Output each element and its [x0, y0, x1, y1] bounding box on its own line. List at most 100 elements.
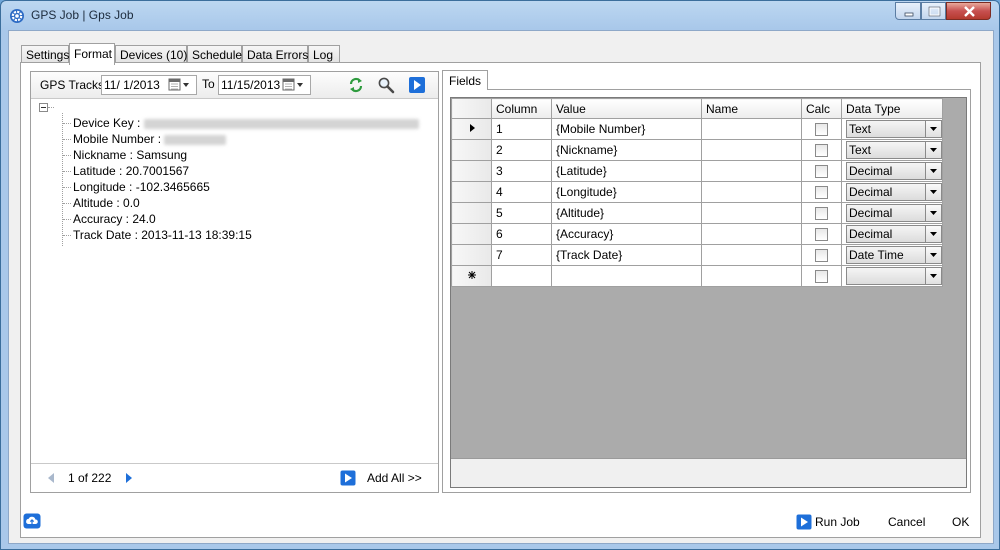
run-job-button[interactable]: Run Job	[796, 514, 860, 530]
column-cell[interactable]: 1	[491, 118, 552, 140]
row-header[interactable]	[451, 202, 492, 224]
column-cell[interactable]: 6	[491, 223, 552, 245]
tab-devices[interactable]: Devices (10)	[115, 45, 187, 63]
table-row[interactable]: 2 {Nickname} Text	[451, 139, 943, 161]
calendar-dropdown-icon[interactable]	[168, 78, 194, 92]
table-row[interactable]: 5 {Altitude} Decimal	[451, 202, 943, 224]
value-cell[interactable]: {Latitude}	[551, 160, 702, 182]
value-cell[interactable]: {Nickname}	[551, 139, 702, 161]
value-cell[interactable]: {Accuracy}	[551, 223, 702, 245]
next-icon[interactable]	[125, 472, 133, 484]
data-type-dropdown[interactable]: Text	[846, 141, 942, 159]
table-row[interactable]: 7 {Track Date} Date Time	[451, 244, 943, 266]
close-button[interactable]	[946, 2, 991, 20]
calc-cell[interactable]	[801, 244, 842, 266]
calc-cell[interactable]	[801, 181, 842, 203]
tab-data-errors[interactable]: Data Errors	[242, 45, 308, 63]
calc-checkbox[interactable]	[815, 186, 828, 200]
row-header[interactable]	[451, 160, 492, 182]
calc-checkbox[interactable]	[815, 207, 828, 221]
table-row[interactable]: 1 {Mobile Number} Text	[451, 118, 943, 140]
search-icon[interactable]	[377, 76, 395, 94]
tab-settings[interactable]: Settings	[21, 45, 69, 63]
column-cell[interactable]	[491, 265, 552, 287]
play-icon[interactable]	[408, 76, 426, 94]
data-type-dropdown[interactable]: Decimal	[846, 162, 942, 180]
column-header[interactable]: Name	[701, 98, 802, 119]
data-type-dropdown[interactable]: Date Time	[846, 246, 942, 264]
tab-format[interactable]: Format	[69, 43, 115, 65]
tab-schedule[interactable]: Schedule	[187, 45, 242, 63]
fields-grid[interactable]: Column Value Name Calc Data Type 1 {Mobi…	[450, 97, 967, 488]
data-type-dropdown[interactable]	[846, 267, 942, 285]
name-cell[interactable]	[701, 160, 802, 182]
name-cell[interactable]	[701, 139, 802, 161]
name-cell[interactable]	[701, 202, 802, 224]
calc-cell[interactable]	[801, 202, 842, 224]
calc-cell[interactable]	[801, 265, 842, 287]
data-type-cell[interactable]	[841, 265, 943, 287]
calc-checkbox[interactable]	[815, 249, 828, 263]
tree-node-device-key[interactable]: Device Key :	[73, 116, 419, 130]
column-cell[interactable]: 7	[491, 244, 552, 266]
calc-checkbox[interactable]	[815, 144, 828, 158]
table-row[interactable]: 4 {Longitude} Decimal	[451, 181, 943, 203]
tree-node-track-date[interactable]: Track Date : 2013-11-13 18:39:15	[73, 228, 252, 242]
value-cell[interactable]: {Track Date}	[551, 244, 702, 266]
row-header[interactable]	[451, 181, 492, 203]
data-type-dropdown[interactable]: Decimal	[846, 225, 942, 243]
data-type-cell[interactable]: Decimal	[841, 181, 943, 203]
data-type-dropdown[interactable]: Decimal	[846, 204, 942, 222]
play-icon[interactable]	[340, 470, 356, 486]
calc-cell[interactable]	[801, 118, 842, 140]
from-date-picker[interactable]: 11/ 1/2013	[101, 75, 197, 95]
value-cell[interactable]	[551, 265, 702, 287]
to-date-picker[interactable]: 11/15/2013	[218, 75, 311, 95]
column-header[interactable]: Calc	[801, 98, 842, 119]
tree-node-altitude[interactable]: Altitude : 0.0	[73, 196, 140, 210]
table-row[interactable]: 6 {Accuracy} Decimal	[451, 223, 943, 245]
ok-button[interactable]: OK	[952, 515, 969, 529]
column-header[interactable]: Value	[551, 98, 702, 119]
title-bar[interactable]: GPS Job | Gps Job	[1, 1, 999, 29]
row-header[interactable]	[451, 244, 492, 266]
calc-checkbox[interactable]	[815, 123, 828, 137]
tree-node-latitude[interactable]: Latitude : 20.7001567	[73, 164, 189, 178]
column-header[interactable]: Column	[491, 98, 552, 119]
calc-checkbox[interactable]	[815, 270, 828, 284]
horizontal-scrollbar[interactable]	[451, 458, 966, 487]
row-header[interactable]	[451, 139, 492, 161]
data-type-cell[interactable]: Date Time	[841, 244, 943, 266]
tree-node-accuracy[interactable]: Accuracy : 24.0	[73, 212, 156, 226]
tab-fields[interactable]: Fields	[442, 70, 489, 90]
calc-cell[interactable]	[801, 139, 842, 161]
column-cell[interactable]: 3	[491, 160, 552, 182]
data-type-cell[interactable]: Decimal	[841, 160, 943, 182]
data-type-dropdown[interactable]: Text	[846, 120, 942, 138]
minimize-button[interactable]	[895, 2, 921, 20]
data-type-cell[interactable]: Text	[841, 139, 943, 161]
row-header[interactable]	[451, 118, 492, 140]
calendar-dropdown-icon[interactable]	[282, 78, 308, 92]
name-cell[interactable]	[701, 265, 802, 287]
data-type-cell[interactable]: Decimal	[841, 202, 943, 224]
cancel-button[interactable]: Cancel	[888, 515, 925, 529]
calc-cell[interactable]	[801, 223, 842, 245]
tree-node-longitude[interactable]: Longitude : -102.3465665	[73, 180, 210, 194]
value-cell[interactable]: {Longitude}	[551, 181, 702, 203]
name-cell[interactable]	[701, 181, 802, 203]
calc-checkbox[interactable]	[815, 165, 828, 179]
column-cell[interactable]: 2	[491, 139, 552, 161]
calc-checkbox[interactable]	[815, 228, 828, 242]
tab-log[interactable]: Log	[308, 45, 340, 63]
column-cell[interactable]: 5	[491, 202, 552, 224]
data-type-cell[interactable]: Decimal	[841, 223, 943, 245]
add-all-button[interactable]: Add All >>	[367, 471, 422, 485]
refresh-icon[interactable]	[347, 76, 365, 94]
column-header[interactable]: Data Type	[841, 98, 943, 119]
value-cell[interactable]: {Mobile Number}	[551, 118, 702, 140]
tree-node-nickname[interactable]: Nickname : Samsung	[73, 148, 187, 162]
calc-cell[interactable]	[801, 160, 842, 182]
name-cell[interactable]	[701, 223, 802, 245]
table-row[interactable]: 3 {Latitude} Decimal	[451, 160, 943, 182]
